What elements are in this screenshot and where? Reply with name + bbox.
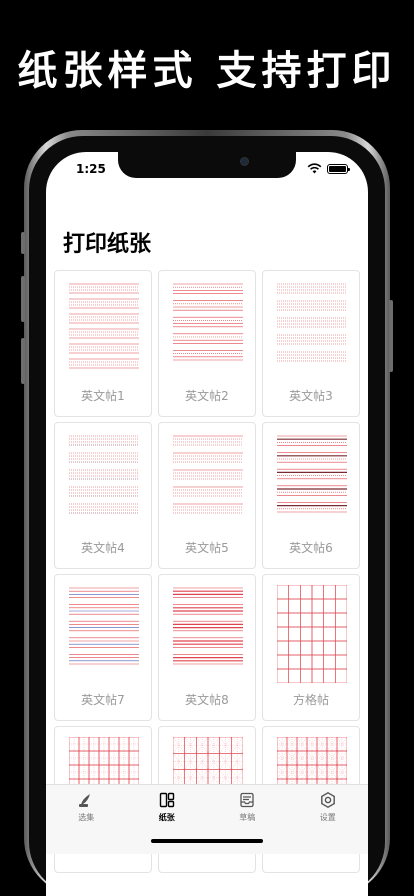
paper-thumbnail bbox=[277, 283, 347, 362]
promo-title: 纸张样式 支持打印 bbox=[17, 48, 397, 94]
status-time: 1:25 bbox=[76, 162, 106, 176]
paper-thumbnail bbox=[69, 283, 139, 369]
paper-card-label: 英文帖5 bbox=[185, 541, 229, 555]
layout-icon bbox=[159, 792, 174, 808]
paper-thumbnail bbox=[69, 587, 139, 665]
battery-icon bbox=[327, 163, 350, 174]
app-screen: 1:25 打印纸张 英文帖1 英文帖2 英文帖3 英文帖4 英文帖5 英文帖6 英文帖7 英文… bbox=[46, 152, 368, 896]
tab-3[interactable]: 草稿 bbox=[207, 791, 287, 854]
tab-2[interactable]: 纸张 bbox=[127, 791, 207, 854]
paper-card-label: 英文帖3 bbox=[289, 389, 333, 403]
paper-card[interactable]: 方格帖 bbox=[262, 574, 360, 721]
paper-card-label: 英文帖4 bbox=[81, 541, 125, 555]
page-title: 打印纸张 bbox=[63, 232, 152, 257]
volume-down-button bbox=[21, 338, 25, 384]
tab-label: 纸张 bbox=[158, 813, 175, 822]
paper-card[interactable]: 英文帖5 bbox=[158, 422, 256, 569]
tab-label: 设置 bbox=[319, 813, 336, 822]
status-icons bbox=[307, 163, 350, 174]
paper-card[interactable]: 英文帖6 bbox=[262, 422, 360, 569]
paper-card-label: 英文帖6 bbox=[289, 541, 333, 555]
front-camera bbox=[240, 157, 249, 166]
wifi-icon bbox=[307, 163, 322, 174]
tab-label: 选集 bbox=[78, 813, 95, 822]
paper-card[interactable]: 英文帖3 bbox=[262, 270, 360, 417]
paper-card-label: 英文帖7 bbox=[81, 693, 125, 707]
paper-thumbnail bbox=[173, 435, 243, 514]
gear-icon bbox=[320, 791, 335, 809]
paper-thumbnail bbox=[277, 585, 347, 683]
paper-card[interactable]: 英文帖4 bbox=[54, 422, 152, 569]
paper-thumbnail bbox=[69, 435, 139, 514]
paper-card[interactable]: 英文帖8 bbox=[158, 574, 256, 721]
paper-thumbnail bbox=[173, 587, 243, 665]
volume-up-button bbox=[21, 276, 25, 322]
tab-bar: 选集 纸张 草稿 设置 bbox=[46, 784, 368, 854]
tab-label: 草稿 bbox=[239, 813, 256, 822]
tab-4[interactable]: 设置 bbox=[288, 791, 368, 854]
home-indicator bbox=[151, 839, 263, 843]
paper-thumbnail bbox=[277, 435, 347, 513]
paper-card[interactable]: 英文帖2 bbox=[158, 270, 256, 417]
paper-grid: 英文帖1 英文帖2 英文帖3 英文帖4 英文帖5 英文帖6 英文帖7 英文帖8 方格帖 bbox=[54, 270, 360, 873]
mute-switch bbox=[21, 232, 25, 254]
paper-card-label: 英文帖1 bbox=[81, 389, 125, 403]
power-button bbox=[389, 300, 393, 372]
tab-1[interactable]: 选集 bbox=[46, 791, 126, 854]
paper-card-label: 英文帖2 bbox=[185, 389, 229, 403]
paper-card-label: 英文帖8 bbox=[185, 693, 229, 707]
paper-thumbnail bbox=[173, 283, 243, 361]
notch bbox=[118, 152, 296, 178]
paper-card[interactable]: 英文帖1 bbox=[54, 270, 152, 417]
inbox-icon bbox=[240, 792, 254, 808]
paper-card[interactable]: 英文帖7 bbox=[54, 574, 152, 721]
quill-icon bbox=[79, 794, 91, 807]
paper-card-label: 方格帖 bbox=[292, 693, 329, 707]
